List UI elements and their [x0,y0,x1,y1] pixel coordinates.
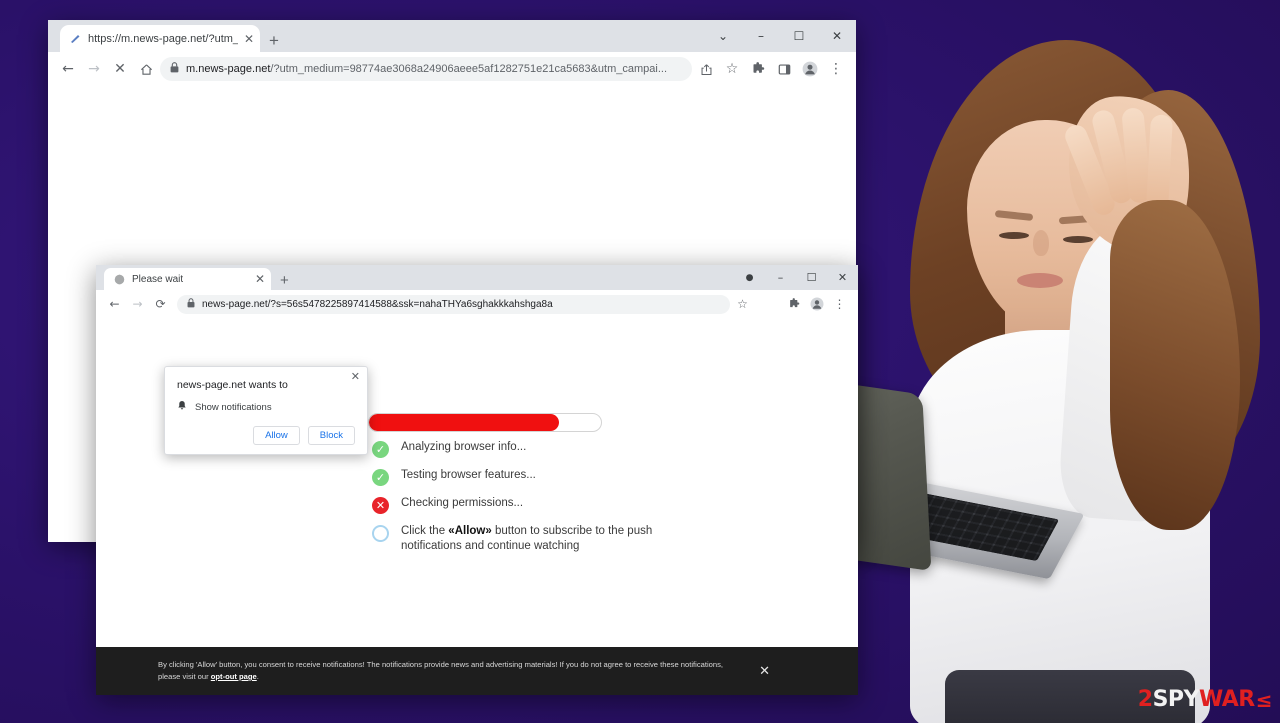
lock-icon [170,60,179,78]
status-checklist: ✓ Analyzing browser info... ✓ Testing br… [372,440,672,563]
chrome-menu-icon[interactable]: ⋮ [824,57,848,81]
checklist-item: ✓ Analyzing browser info... [372,440,672,458]
check-error-icon: ✕ [372,497,389,514]
consent-close-icon[interactable]: ✕ [759,664,770,679]
check-success-icon: ✓ [372,441,389,458]
cta-text-pre: Click the [401,525,449,537]
cta-allow-emphasis: «Allow» [448,525,492,537]
outer-address-bar[interactable]: m.news-page.net/?utm_medium=98774ae3068a… [160,57,692,81]
outer-url-text: m.news-page.net/?utm_medium=98774ae3068a… [186,63,667,75]
consent-notification-bar: By clicking 'Allow' button, you consent … [96,647,858,695]
inner-new-tab-button[interactable]: + [280,273,289,288]
inner-titlebar: Please wait ✕ + ● – ☐ ✕ [96,265,858,290]
inner-browser-window[interactable]: Please wait ✕ + ● – ☐ ✕ ← → ⟳ news-page.… [96,265,858,695]
site-watermark: 2 SPY WAR ≤ [1137,687,1273,712]
forward-icon[interactable]: → [82,57,106,81]
watermark-part-2: SPY [1152,687,1200,712]
inner-toolbar: ← → ⟳ news-page.net/?s=56s54782258974145… [96,290,858,318]
share-icon[interactable] [694,57,718,81]
nose [1033,230,1049,256]
permission-title: news-page.net wants to [177,379,288,391]
watermark-part-1: 2 [1137,687,1153,712]
inner-window-controls: ● – ☐ ✕ [734,265,858,290]
inner-tab-close-icon[interactable]: ✕ [255,273,265,285]
inner-forward-icon[interactable]: → [127,294,148,315]
inner-profile-avatar-icon[interactable] [806,294,827,315]
minimize-button[interactable]: – [742,20,780,52]
checklist-item-label: Click the «Allow» button to subscribe to… [401,524,672,553]
outer-tab-title: https://m.news-page.net/?utm_m [88,32,238,45]
inner-puzzle-icon[interactable] [783,294,804,315]
outer-titlebar: https://m.news-page.net/?utm_m ✕ + ⌄ – ☐… [48,20,856,52]
inner-browser-tab[interactable]: Please wait ✕ [104,268,271,290]
permission-request-label: Show notifications [195,401,272,413]
page-icon [69,32,82,45]
block-button[interactable]: Block [307,426,355,445]
back-icon[interactable]: ← [56,57,80,81]
checklist-item: ✕ Checking permissions... [372,496,672,514]
inner-lock-icon [187,295,195,313]
loading-progress-fill [369,414,560,431]
watermark-part-3: WAR [1198,687,1255,712]
home-icon[interactable] [134,57,158,81]
record-indicator-icon[interactable]: ● [734,265,765,290]
reload-icon[interactable]: ⟳ [150,294,171,315]
bell-icon [177,400,187,414]
lips [1017,273,1063,288]
outer-browser-tab[interactable]: https://m.news-page.net/?utm_m ✕ [60,25,260,52]
consent-text-post: . [256,672,259,681]
url-host: m.news-page.net [186,63,271,75]
maximize-button[interactable]: ☐ [780,20,818,52]
inner-address-bar[interactable]: news-page.net/?s=56s5478225897414588&ssk… [177,294,730,314]
allow-button[interactable]: Allow [253,426,300,445]
tab-search-icon[interactable]: ⌄ [704,20,742,52]
inner-maximize-button[interactable]: ☐ [796,265,827,290]
inner-page-content: ✓ Analyzing browser info... ✓ Testing br… [96,318,858,695]
notification-permission-popup[interactable]: ✕ news-page.net wants to Show notificati… [164,366,368,455]
puzzle-icon[interactable] [746,57,770,81]
bookmark-star-icon[interactable]: ☆ [720,57,744,81]
outer-tab-close-icon[interactable]: ✕ [244,33,254,45]
side-panel-icon[interactable] [772,57,796,81]
inner-back-icon[interactable]: ← [104,294,125,315]
inner-minimize-button[interactable]: – [765,265,796,290]
opt-out-page-link[interactable]: opt-out page [211,672,257,681]
consent-text: By clicking 'Allow' button, you consent … [158,659,741,683]
loading-progress-bar [368,413,602,432]
permission-actions: Allow Block [177,426,355,445]
permission-request-row: Show notifications [177,400,355,414]
url-path: /?utm_medium=98774ae3068a24906aeee5af128… [270,63,668,75]
globe-icon [113,273,126,286]
permission-close-icon[interactable]: ✕ [351,372,360,383]
eye-right [1063,236,1093,243]
checklist-item: ✓ Testing browser features... [372,468,672,486]
checklist-item: Click the «Allow» button to subscribe to… [372,524,672,553]
inner-chrome-menu-icon[interactable]: ⋮ [829,294,850,315]
profile-avatar-icon[interactable] [798,57,822,81]
stop-loading-icon[interactable]: ✕ [108,57,132,81]
checklist-item-label: Testing browser features... [401,469,536,481]
checklist-item-label: Analyzing browser info... [401,441,527,453]
inner-bookmark-star-icon[interactable]: ☆ [732,294,753,315]
check-pending-icon [372,525,389,542]
inner-tab-title: Please wait [132,273,184,285]
outer-window-controls: ⌄ – ☐ ✕ [704,20,856,52]
inner-url-text: news-page.net/?s=56s5478225897414588&ssk… [202,298,553,310]
inner-close-window-button[interactable]: ✕ [827,265,858,290]
watermark-part-4: ≤ [1255,688,1273,712]
outer-new-tab-button[interactable]: + [269,32,279,49]
eye-left [999,232,1029,239]
outer-toolbar: ← → ✕ m.news-page.net/?utm_medium=98774a… [48,52,856,86]
close-window-button[interactable]: ✕ [818,20,856,52]
checklist-item-label: Checking permissions... [401,497,524,509]
check-success-icon: ✓ [372,469,389,486]
eyebrow-left [994,210,1034,221]
finger-4 [1146,114,1173,211]
